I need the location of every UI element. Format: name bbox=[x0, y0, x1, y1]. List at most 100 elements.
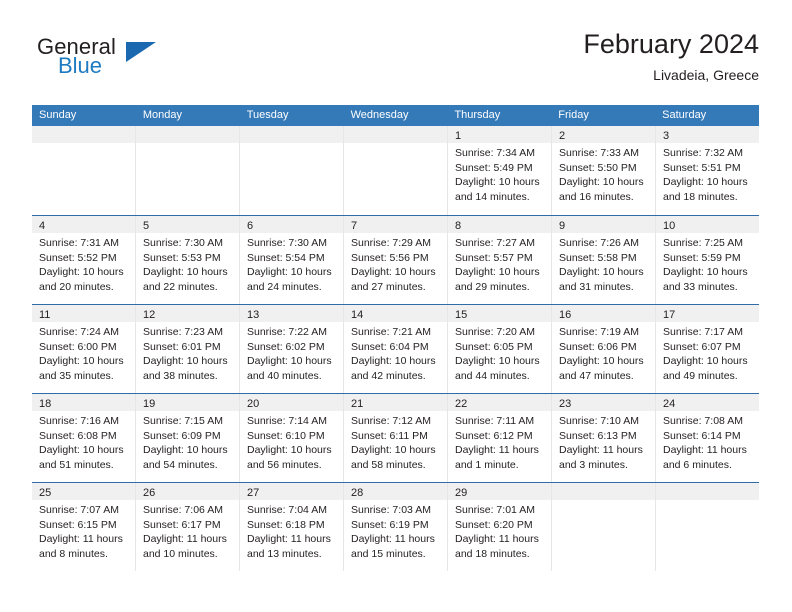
day-number: 1 bbox=[455, 130, 462, 142]
sunset-line: Sunset: 6:11 PM bbox=[351, 429, 428, 442]
day-cell-14[interactable]: 14 Sunrise: 7:21 AM Sunset: 6:04 PM Dayligh… bbox=[344, 305, 448, 393]
day-cell-10[interactable]: 10 Sunrise: 7:25 AM Sunset: 5:59 PM Dayligh… bbox=[656, 216, 759, 304]
day-cell-details: Sunrise: 7:06 AM Sunset: 6:17 PM Daylight:… bbox=[136, 500, 239, 561]
day-cell-details bbox=[136, 143, 239, 146]
day-number: 15 bbox=[455, 309, 468, 321]
day-cell-details: Sunrise: 7:24 AM Sunset: 6:00 PM Daylight:… bbox=[32, 322, 135, 383]
day-cell-details bbox=[656, 500, 759, 503]
day-cell-empty bbox=[344, 126, 448, 215]
calendar-grid: Sunday Monday Tuesday Wednesday Thursday Frid… bbox=[32, 105, 759, 571]
day-cell-details: Sunrise: 7:16 AM Sunset: 6:08 PM Daylight:… bbox=[32, 411, 135, 472]
day-number-band: 19 bbox=[136, 394, 239, 411]
daylight-line: Daylight: 10 hours bbox=[247, 266, 332, 278]
day-cell-24[interactable]: 24 Sunrise: 7:08 AM Sunset: 6:14 PM Dayligh… bbox=[656, 394, 759, 482]
day-number-band: 9 bbox=[552, 216, 655, 233]
day-cell-details: Sunrise: 7:27 AM Sunset: 5:57 PM Daylight:… bbox=[448, 233, 551, 294]
day-number-band: 22 bbox=[448, 394, 551, 411]
daylight-line-cont: and 44 minutes. bbox=[455, 369, 530, 382]
daylight-line: Daylight: 10 hours bbox=[455, 266, 540, 278]
day-number: 12 bbox=[143, 309, 156, 321]
day-cell-27[interactable]: 27 Sunrise: 7:04 AM Sunset: 6:18 PM Dayligh… bbox=[240, 483, 344, 571]
sunrise-line: Sunrise: 7:21 AM bbox=[351, 326, 431, 338]
day-cell-16[interactable]: 16 Sunrise: 7:19 AM Sunset: 6:06 PM Dayligh… bbox=[552, 305, 656, 393]
sunset-line: Sunset: 5:58 PM bbox=[559, 251, 637, 264]
sunset-line: Sunset: 6:07 PM bbox=[663, 340, 741, 353]
day-cell-3[interactable]: 3 Sunrise: 7:32 AM Sunset: 5:51 PM Daylight… bbox=[656, 126, 759, 215]
day-cell-28[interactable]: 28 Sunrise: 7:03 AM Sunset: 6:19 PM Dayligh… bbox=[344, 483, 448, 571]
sunset-line: Sunset: 5:49 PM bbox=[455, 161, 533, 174]
daylight-line: Daylight: 10 hours bbox=[559, 176, 644, 188]
day-number-band: 25 bbox=[32, 483, 135, 500]
day-number-band: 29 bbox=[448, 483, 551, 500]
day-cell-9[interactable]: 9 Sunrise: 7:26 AM Sunset: 5:58 PM Daylight… bbox=[552, 216, 656, 304]
day-cell-5[interactable]: 5 Sunrise: 7:30 AM Sunset: 5:53 PM Daylight… bbox=[136, 216, 240, 304]
daylight-line: Daylight: 10 hours bbox=[143, 266, 228, 278]
day-number: 20 bbox=[247, 398, 260, 410]
weekday-header-saturday: Saturday bbox=[662, 109, 707, 121]
sunrise-line: Sunrise: 7:03 AM bbox=[351, 504, 431, 516]
day-cell-18[interactable]: 18 Sunrise: 7:16 AM Sunset: 6:08 PM Dayligh… bbox=[32, 394, 136, 482]
day-cell-1[interactable]: 1 Sunrise: 7:34 AM Sunset: 5:49 PM Daylight… bbox=[448, 126, 552, 215]
day-number: 27 bbox=[247, 487, 260, 499]
day-cell-12[interactable]: 12 Sunrise: 7:23 AM Sunset: 6:01 PM Dayligh… bbox=[136, 305, 240, 393]
day-number-band bbox=[552, 483, 655, 500]
daylight-line-cont: and 3 minutes. bbox=[559, 458, 628, 471]
day-cell-4[interactable]: 4 Sunrise: 7:31 AM Sunset: 5:52 PM Daylight… bbox=[32, 216, 136, 304]
sunset-line: Sunset: 6:17 PM bbox=[143, 518, 221, 531]
sunrise-line: Sunrise: 7:04 AM bbox=[247, 504, 327, 516]
day-cell-8[interactable]: 8 Sunrise: 7:27 AM Sunset: 5:57 PM Daylight… bbox=[448, 216, 552, 304]
sunrise-line: Sunrise: 7:30 AM bbox=[143, 237, 223, 249]
daylight-line: Daylight: 10 hours bbox=[247, 355, 332, 367]
day-cell-empty bbox=[552, 483, 656, 571]
day-number-band: 12 bbox=[136, 305, 239, 322]
daylight-line: Daylight: 10 hours bbox=[663, 266, 748, 278]
day-cell-22[interactable]: 22 Sunrise: 7:11 AM Sunset: 6:12 PM Dayligh… bbox=[448, 394, 552, 482]
daylight-line: Daylight: 11 hours bbox=[455, 533, 539, 545]
day-cell-25[interactable]: 25 Sunrise: 7:07 AM Sunset: 6:15 PM Dayligh… bbox=[32, 483, 136, 571]
day-cell-15[interactable]: 15 Sunrise: 7:20 AM Sunset: 6:05 PM Dayligh… bbox=[448, 305, 552, 393]
sunset-line: Sunset: 5:51 PM bbox=[663, 161, 741, 174]
day-cell-details: Sunrise: 7:31 AM Sunset: 5:52 PM Daylight:… bbox=[32, 233, 135, 294]
day-number: 23 bbox=[559, 398, 572, 410]
calendar-week-row: 4 Sunrise: 7:31 AM Sunset: 5:52 PM Daylight… bbox=[32, 215, 759, 304]
day-cell-29[interactable]: 29 Sunrise: 7:01 AM Sunset: 6:20 PM Dayligh… bbox=[448, 483, 552, 571]
day-cell-details: Sunrise: 7:34 AM Sunset: 5:49 PM Daylight:… bbox=[448, 143, 551, 204]
day-cell-6[interactable]: 6 Sunrise: 7:30 AM Sunset: 5:54 PM Daylight… bbox=[240, 216, 344, 304]
daylight-line-cont: and 10 minutes. bbox=[143, 547, 218, 560]
daylight-line: Daylight: 11 hours bbox=[559, 444, 643, 456]
day-cell-23[interactable]: 23 Sunrise: 7:10 AM Sunset: 6:13 PM Dayligh… bbox=[552, 394, 656, 482]
day-cell-19[interactable]: 19 Sunrise: 7:15 AM Sunset: 6:09 PM Dayligh… bbox=[136, 394, 240, 482]
day-cell-17[interactable]: 17 Sunrise: 7:17 AM Sunset: 6:07 PM Dayligh… bbox=[656, 305, 759, 393]
sunset-line: Sunset: 5:56 PM bbox=[351, 251, 429, 264]
daylight-line-cont: and 14 minutes. bbox=[455, 190, 530, 203]
day-cell-20[interactable]: 20 Sunrise: 7:14 AM Sunset: 6:10 PM Dayligh… bbox=[240, 394, 344, 482]
day-cell-13[interactable]: 13 Sunrise: 7:22 AM Sunset: 6:02 PM Dayligh… bbox=[240, 305, 344, 393]
day-cell-26[interactable]: 26 Sunrise: 7:06 AM Sunset: 6:17 PM Dayligh… bbox=[136, 483, 240, 571]
day-number: 29 bbox=[455, 487, 468, 499]
day-cell-11[interactable]: 11 Sunrise: 7:24 AM Sunset: 6:00 PM Dayligh… bbox=[32, 305, 136, 393]
daylight-line-cont: and 42 minutes. bbox=[351, 369, 426, 382]
day-number-band bbox=[32, 126, 135, 143]
day-cell-details: Sunrise: 7:22 AM Sunset: 6:02 PM Daylight:… bbox=[240, 322, 343, 383]
weekday-header-friday: Friday bbox=[558, 109, 589, 121]
day-cell-2[interactable]: 2 Sunrise: 7:33 AM Sunset: 5:50 PM Daylight… bbox=[552, 126, 656, 215]
day-number-band: 2 bbox=[552, 126, 655, 143]
day-cell-21[interactable]: 21 Sunrise: 7:12 AM Sunset: 6:11 PM Dayligh… bbox=[344, 394, 448, 482]
daylight-line: Daylight: 11 hours bbox=[351, 533, 435, 545]
day-cell-empty bbox=[32, 126, 136, 215]
day-number-band: 8 bbox=[448, 216, 551, 233]
daylight-line-cont: and 54 minutes. bbox=[143, 458, 218, 471]
daylight-line-cont: and 38 minutes. bbox=[143, 369, 218, 382]
daylight-line-cont: and 47 minutes. bbox=[559, 369, 634, 382]
location-subtitle: Livadeia, Greece bbox=[653, 67, 759, 83]
day-number-band: 3 bbox=[656, 126, 759, 143]
day-number-band: 17 bbox=[656, 305, 759, 322]
brand-logo[interactable]: General Blue bbox=[32, 34, 232, 92]
day-cell-7[interactable]: 7 Sunrise: 7:29 AM Sunset: 5:56 PM Daylight… bbox=[344, 216, 448, 304]
sunset-line: Sunset: 6:01 PM bbox=[143, 340, 221, 353]
daylight-line-cont: and 51 minutes. bbox=[39, 458, 114, 471]
day-cell-empty bbox=[240, 126, 344, 215]
day-number-band bbox=[344, 126, 447, 143]
daylight-line: Daylight: 10 hours bbox=[455, 355, 540, 367]
daylight-line-cont: and 15 minutes. bbox=[351, 547, 426, 560]
